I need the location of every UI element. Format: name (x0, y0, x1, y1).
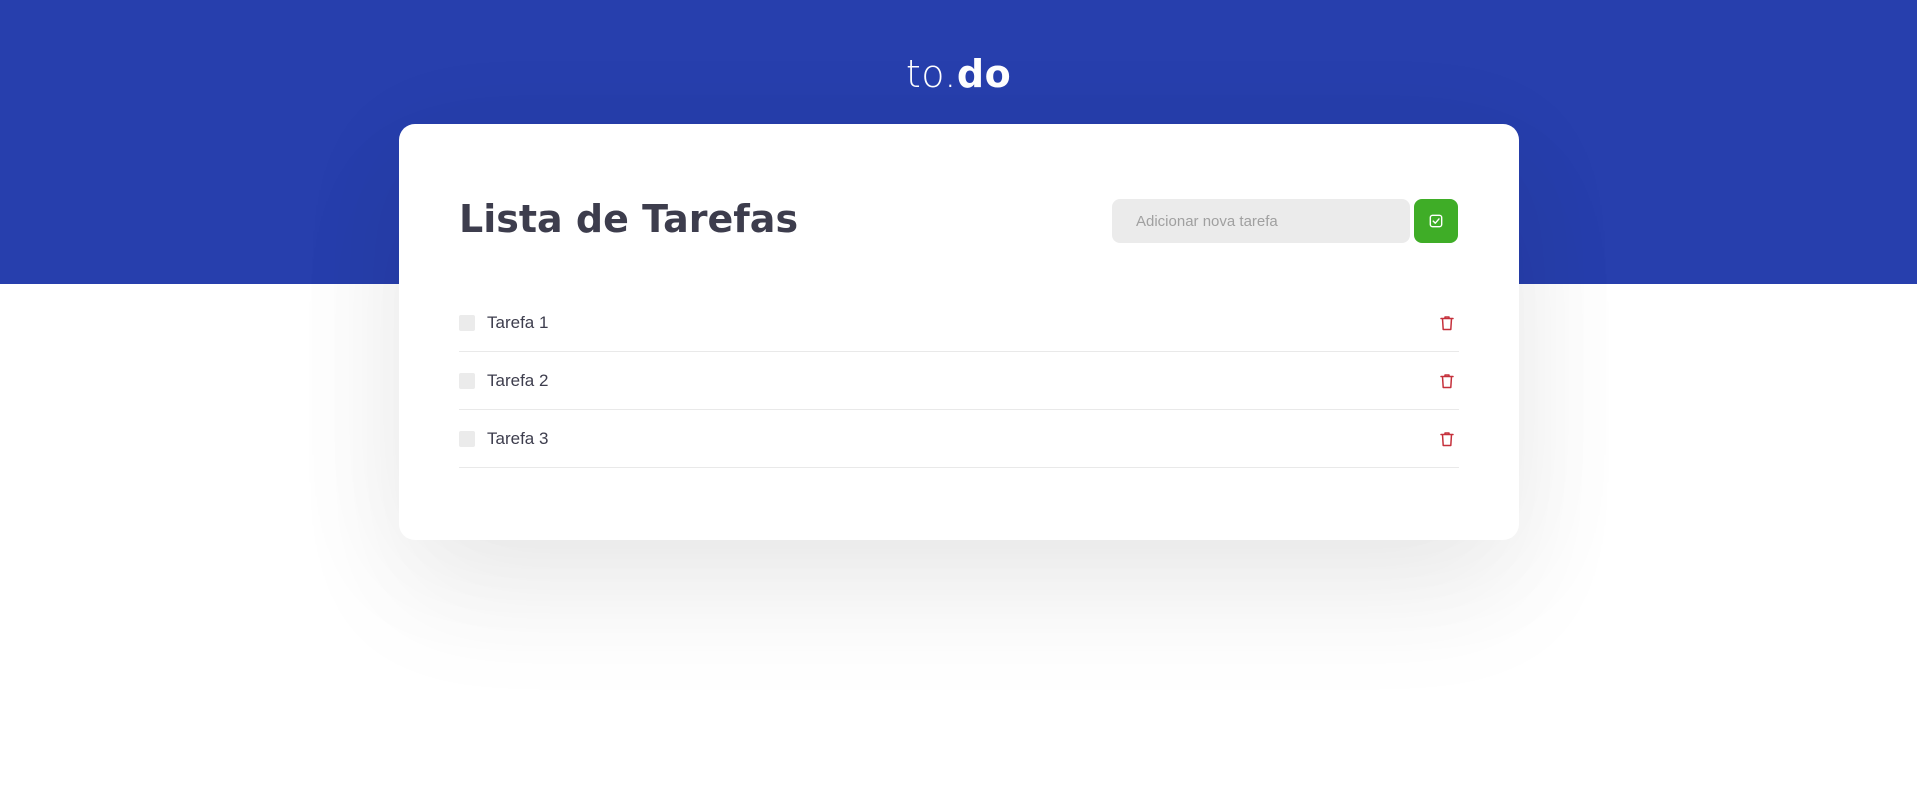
task-item: Tarefa 3 (459, 410, 1459, 468)
trash-icon (1440, 315, 1454, 330)
task-checkbox[interactable] (459, 372, 475, 389)
task-list: Tarefa 1 Tarefa 2 Tarefa 3 (459, 294, 1459, 468)
delete-task-button[interactable] (1435, 369, 1459, 393)
task-item: Tarefa 1 (459, 294, 1459, 352)
task-label: Tarefa 2 (487, 370, 549, 390)
check-square-icon (1429, 214, 1443, 228)
new-task-input[interactable] (1112, 199, 1410, 243)
app-logo: to.do (0, 52, 1917, 96)
add-task-button[interactable] (1414, 199, 1458, 243)
task-checkbox[interactable] (459, 430, 475, 447)
task-label: Tarefa 1 (487, 312, 549, 332)
task-label: Tarefa 3 (487, 428, 549, 448)
task-card: Lista de Tarefas Tarefa 1 Tarefa 2 (399, 124, 1519, 540)
trash-icon (1440, 431, 1454, 446)
logo-suffix: do (956, 52, 1012, 96)
task-checkbox[interactable] (459, 314, 475, 331)
logo-prefix: to. (905, 52, 957, 96)
task-item: Tarefa 2 (459, 352, 1459, 410)
delete-task-button[interactable] (1435, 311, 1459, 335)
trash-icon (1440, 373, 1454, 388)
page-title: Lista de Tarefas (459, 197, 799, 241)
delete-task-button[interactable] (1435, 427, 1459, 451)
